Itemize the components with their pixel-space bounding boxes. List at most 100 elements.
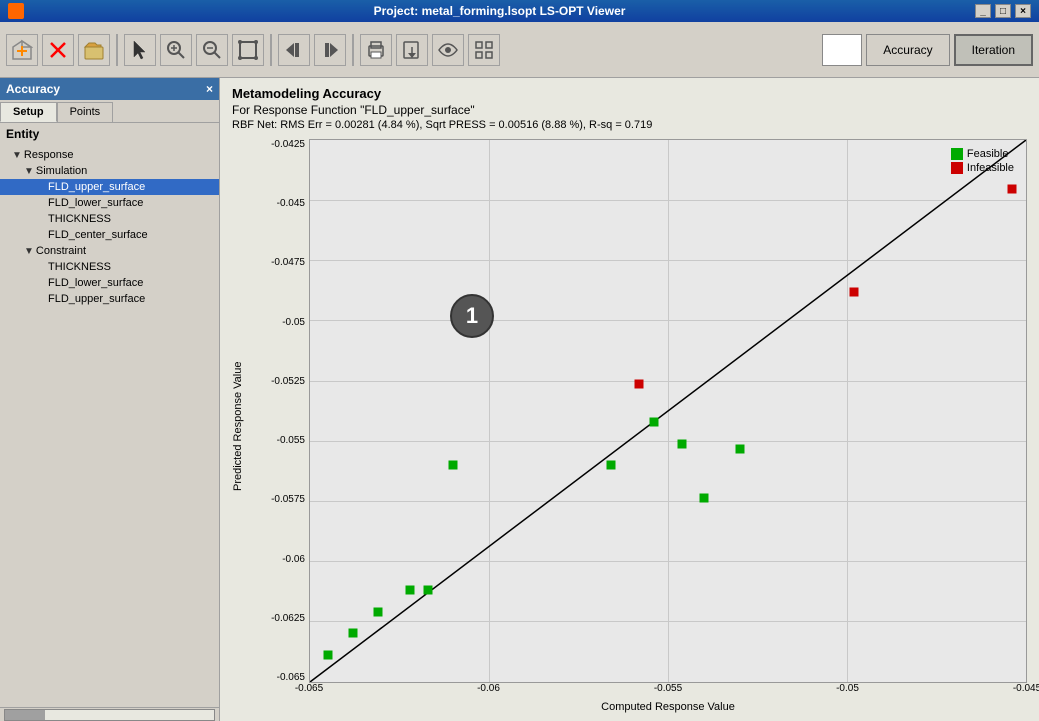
chart-main: -0.0425 -0.045 -0.0475 -0.05 -0.0525 -0.… (254, 139, 1027, 713)
app-icon (8, 3, 24, 19)
print-button[interactable] (360, 34, 392, 66)
data-point-0 (323, 650, 332, 659)
y-tick-4: -0.0525 (254, 376, 305, 387)
export-button[interactable] (396, 34, 428, 66)
tree-item-fld-upper-surface-constraint[interactable]: FLD_upper_surface (0, 291, 219, 307)
next-button[interactable] (314, 34, 346, 66)
y-tick-8: -0.0625 (254, 613, 305, 624)
tree-item-fld-lower-surface[interactable]: FLD_lower_surface (0, 195, 219, 211)
chart-subtitle: For Response Function "FLD_upper_surface… (232, 103, 1027, 117)
data-point-4 (424, 585, 433, 594)
x-tick-4: -0.045 (1013, 683, 1039, 694)
chart-container: 1 Predicted Response Value -0.0425 -0.04… (232, 139, 1027, 713)
data-point-7 (649, 417, 658, 426)
view-button[interactable] (432, 34, 464, 66)
close-button[interactable]: × (1015, 4, 1031, 18)
data-point-6 (606, 461, 615, 470)
prev-button[interactable] (278, 34, 310, 66)
y-tick-1: -0.045 (254, 198, 305, 209)
chart-stats: RBF Net: RMS Err = 0.00281 (4.84 %), Sqr… (232, 119, 1027, 131)
annotation-circle: 1 (450, 294, 494, 338)
simulation-label: Simulation (36, 165, 87, 177)
titlebar: Project: metal_forming.lsopt LS-OPT View… (0, 0, 1039, 22)
legend-infeasible: Infeasible (951, 162, 1014, 174)
data-point-12 (850, 287, 859, 296)
delete-button[interactable] (42, 34, 74, 66)
scrollbar-thumb[interactable] (5, 710, 45, 720)
minimize-button[interactable]: _ (975, 4, 991, 18)
tree-item-simulation[interactable]: ▼ Simulation (0, 163, 219, 179)
tree-item-fld-center-surface[interactable]: FLD_center_surface (0, 227, 219, 243)
y-ticks: -0.0425 -0.045 -0.0475 -0.05 -0.0525 -0.… (254, 139, 309, 683)
data-point-13 (1007, 184, 1016, 193)
tree-item-fld-lower-surface-constraint[interactable]: FLD_lower_surface (0, 275, 219, 291)
response-label: Response (24, 149, 74, 161)
thickness-label: THICKNESS (48, 213, 111, 225)
y-axis-label: Predicted Response Value (232, 139, 250, 713)
entity-label: Entity (0, 123, 219, 145)
infeasible-legend-label: Infeasible (967, 162, 1014, 174)
x-tick-2: -0.055 (654, 683, 682, 694)
scrollbar-track[interactable] (4, 709, 215, 721)
data-point-2 (374, 607, 383, 616)
separator-3 (352, 34, 354, 66)
panel-close-button[interactable]: × (206, 82, 213, 96)
tab-points[interactable]: Points (57, 102, 114, 122)
tree-item-thickness-constraint[interactable]: THICKNESS (0, 259, 219, 275)
grid-button[interactable] (468, 34, 500, 66)
x-axis-label: Computed Response Value (309, 701, 1027, 713)
tree-item-response[interactable]: ▼ Response (0, 147, 219, 163)
new-button[interactable] (6, 34, 38, 66)
toolbar: Accuracy Iteration (0, 22, 1039, 78)
response-arrow: ▼ (12, 150, 22, 161)
grid-v-1 (668, 140, 669, 682)
y-tick-9: -0.065 (254, 672, 305, 683)
fld-upper-surface-constraint-label: FLD_upper_surface (48, 293, 145, 305)
infeasible-color-swatch (951, 162, 963, 174)
feasible-color-swatch (951, 148, 963, 160)
accuracy-button[interactable]: Accuracy (866, 34, 949, 66)
tree-item-fld-upper-surface[interactable]: FLD_upper_surface (0, 179, 219, 195)
entity-tree: ▼ Response ▼ Simulation FLD_upper_surfac… (0, 145, 219, 707)
grid-v-0 (489, 140, 490, 682)
data-point-9 (735, 444, 744, 453)
annotation-number: 1 (466, 303, 478, 329)
legend-feasible: Feasible (951, 148, 1014, 160)
zoom-rect-button[interactable] (232, 34, 264, 66)
plot-canvas: Feasible Infeasible (309, 139, 1027, 683)
open-button[interactable] (78, 34, 110, 66)
cursor-button[interactable] (124, 34, 156, 66)
y-tick-6: -0.0575 (254, 494, 305, 505)
maximize-button[interactable]: □ (995, 4, 1011, 18)
data-point-11 (635, 379, 644, 388)
separator-1 (116, 34, 118, 66)
zoom-in-button[interactable] (160, 34, 192, 66)
fld-center-surface-label: FLD_center_surface (48, 229, 148, 241)
x-tick-0: -0.065 (295, 683, 323, 694)
tree-item-thickness[interactable]: THICKNESS (0, 211, 219, 227)
feasible-legend-label: Feasible (967, 148, 1009, 160)
iteration-controls: Accuracy Iteration (822, 34, 1033, 66)
horizontal-scrollbar[interactable] (0, 707, 219, 721)
fld-lower-surface-label: FLD_lower_surface (48, 197, 143, 209)
fld-lower-surface-constraint-label: FLD_lower_surface (48, 277, 143, 289)
constraint-label: Constraint (36, 245, 86, 257)
constraint-arrow: ▼ (24, 246, 34, 257)
chart-area: Metamodeling Accuracy For Response Funct… (220, 78, 1039, 721)
data-point-8 (678, 439, 687, 448)
x-tick-3: -0.05 (836, 683, 859, 694)
x-tick-1: -0.06 (477, 683, 500, 694)
y-tick-3: -0.05 (254, 317, 305, 328)
separator-2 (270, 34, 272, 66)
zoom-out-button[interactable] (196, 34, 228, 66)
iteration-button[interactable]: Iteration (954, 34, 1033, 66)
chart-plot-area: -0.0425 -0.045 -0.0475 -0.05 -0.0525 -0.… (254, 139, 1027, 683)
data-point-10 (699, 493, 708, 502)
left-panel: Accuracy × Setup Points Entity ▼ Respons… (0, 78, 220, 721)
titlebar-title: Project: metal_forming.lsopt LS-OPT View… (24, 4, 975, 18)
data-point-3 (406, 585, 415, 594)
tab-setup[interactable]: Setup (0, 102, 57, 122)
tree-item-constraint[interactable]: ▼ Constraint (0, 243, 219, 259)
panel-tabs: Setup Points (0, 100, 219, 123)
data-point-1 (348, 629, 357, 638)
